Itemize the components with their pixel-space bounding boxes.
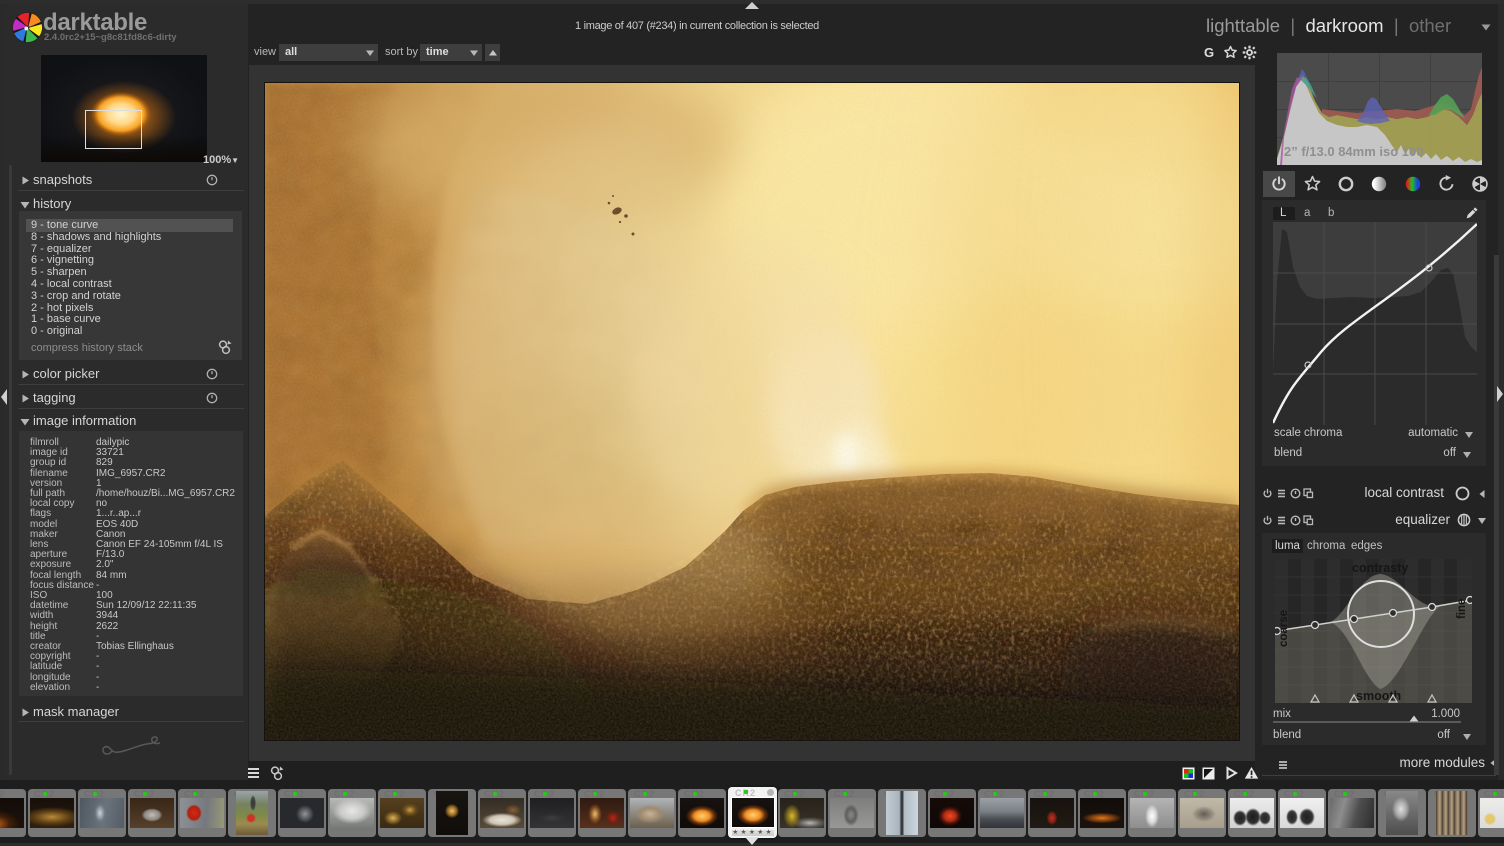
svg-text:2” f/13.0 84mm iso 100: 2” f/13.0 84mm iso 100	[1284, 144, 1423, 159]
svg-text:coarse: coarse	[1278, 610, 1290, 647]
svg-text:fine: fine	[1456, 599, 1468, 619]
svg-text:contrasty: contrasty	[1352, 561, 1408, 575]
svg-text:smooth: smooth	[1356, 689, 1401, 703]
